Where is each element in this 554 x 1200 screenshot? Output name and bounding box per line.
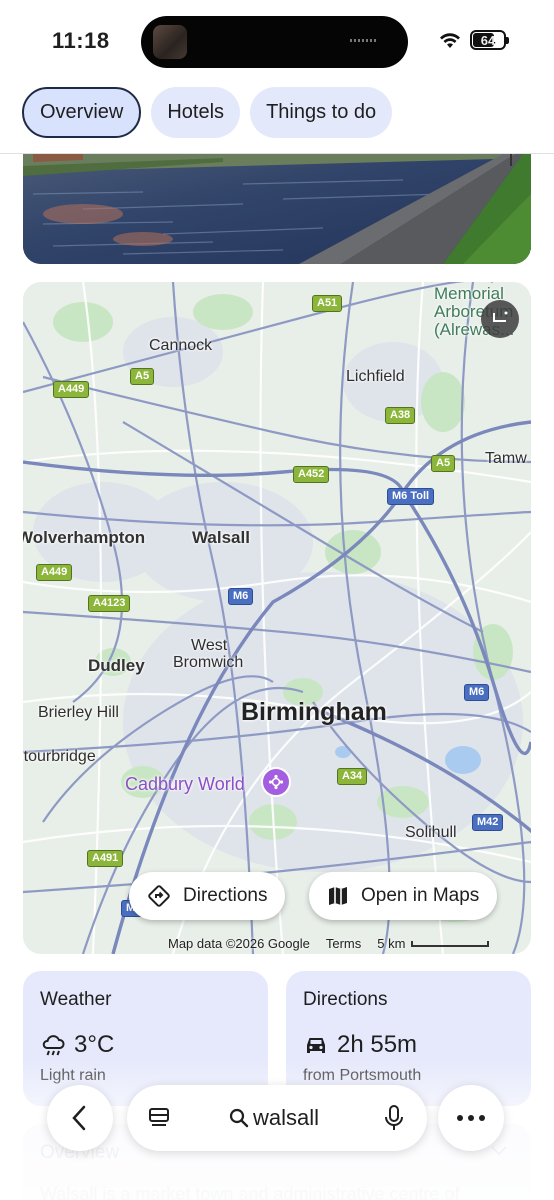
open-in-maps-label: Open in Maps <box>361 885 480 906</box>
map-label-cannock[interactable]: Cannock <box>149 337 212 355</box>
road-shield: A452 <box>293 466 330 483</box>
road-shield: A34 <box>337 768 368 785</box>
map-label-solihull[interactable]: Solihull <box>405 824 457 842</box>
battery-icon: 64 <box>470 30 509 50</box>
directions-title: Directions <box>303 989 388 1010</box>
map-label-cadbury-world[interactable]: Cadbury World <box>125 774 245 795</box>
tabs-icon[interactable] <box>147 1106 171 1130</box>
more-icon <box>457 1115 485 1121</box>
directions-icon <box>148 885 170 907</box>
map-label-tamworth[interactable]: Tamw <box>485 450 527 468</box>
road-shield: A449 <box>36 564 73 581</box>
map-footer: Map data ©2026 Google Terms 5 km <box>168 936 490 951</box>
road-shield: M6 <box>228 588 254 605</box>
search-query[interactable]: walsall <box>253 1105 319 1131</box>
road-shield: M6 <box>464 684 490 701</box>
weather-condition: Light rain <box>40 1067 106 1084</box>
road-shield: A4123 <box>88 595 131 612</box>
map-label-wolverhampton[interactable]: Wolverhampton <box>23 528 145 548</box>
map-card[interactable]: Memorial Arboretum (Alrewas... Cannock L… <box>23 282 531 954</box>
map-label-walsall[interactable]: Walsall <box>192 528 250 548</box>
map-label-arboretum-1[interactable]: Memorial <box>434 285 504 302</box>
map-label-lichfield[interactable]: Lichfield <box>346 368 405 386</box>
tab-things-to-do[interactable]: Things to do <box>250 87 393 138</box>
now-playing-thumbnail <box>153 25 187 59</box>
search-icon <box>229 1108 249 1128</box>
road-shield: A38 <box>385 407 416 424</box>
directions-duration: 2h 55m <box>337 1031 418 1058</box>
map-label-birmingham[interactable]: Birmingham <box>241 698 387 727</box>
tab-overview[interactable]: Overview <box>22 87 142 138</box>
map-label-stourbridge[interactable]: Stourbridge <box>23 748 96 766</box>
directions-button-label: Directions <box>183 885 268 906</box>
map-label-west-bromwich-2[interactable]: Bromwich <box>173 654 243 672</box>
road-shield: A51 <box>312 295 343 312</box>
map-terms-link[interactable]: Terms <box>326 936 361 951</box>
road-shield: A449 <box>53 381 90 398</box>
road-shield: A5 <box>130 368 155 385</box>
status-icons: 64 <box>438 30 509 50</box>
address-bar[interactable]: walsall <box>127 1085 427 1151</box>
attraction-pin-icon[interactable] <box>261 767 291 797</box>
car-icon <box>307 1038 325 1053</box>
dynamic-island <box>141 16 408 68</box>
road-shield: A5 <box>431 455 456 472</box>
map-icon <box>329 887 347 905</box>
road-shield: M6 Toll <box>387 488 435 505</box>
weather-title: Weather <box>40 989 112 1010</box>
battery-level: 64 <box>480 32 496 48</box>
map-scale-label: 5 km <box>377 936 406 951</box>
map-label-west-bromwich-1[interactable]: West <box>191 637 227 655</box>
chevron-down-icon[interactable] <box>489 1144 509 1158</box>
directions-origin: from Portsmouth <box>303 1067 422 1084</box>
microphone-icon[interactable] <box>383 1104 405 1132</box>
tab-bar: Overview Hotels Things to do <box>22 87 393 138</box>
status-time: 11:18 <box>52 28 110 53</box>
status-bar: 11:18 64 <box>0 0 554 80</box>
road-shield: M42 <box>472 814 504 831</box>
chevron-left-icon <box>72 1105 86 1131</box>
weather-temperature: 3°C <box>74 1031 115 1058</box>
waveform-icon <box>350 39 376 42</box>
map-label-brierley-hill[interactable]: Brierley Hill <box>38 704 119 722</box>
open-in-maps-button[interactable]: Open in Maps <box>309 872 498 920</box>
rain-cloud-icon <box>42 1035 65 1056</box>
map-attribution: Map data ©2026 Google <box>168 936 310 951</box>
more-options-button[interactable] <box>438 1085 504 1151</box>
map-scale-bar <box>411 940 490 947</box>
directions-button[interactable]: Directions <box>129 872 286 920</box>
road-shield: A491 <box>87 850 124 867</box>
back-button[interactable] <box>47 1085 113 1151</box>
tab-hotels[interactable]: Hotels <box>151 87 241 138</box>
map-label-dudley[interactable]: Dudley <box>88 656 145 676</box>
wifi-icon <box>440 33 460 48</box>
overview-text: Walsall is a market town and administrat… <box>40 1184 460 1200</box>
compass-icon[interactable] <box>481 300 519 338</box>
canal-photo[interactable] <box>23 154 531 264</box>
